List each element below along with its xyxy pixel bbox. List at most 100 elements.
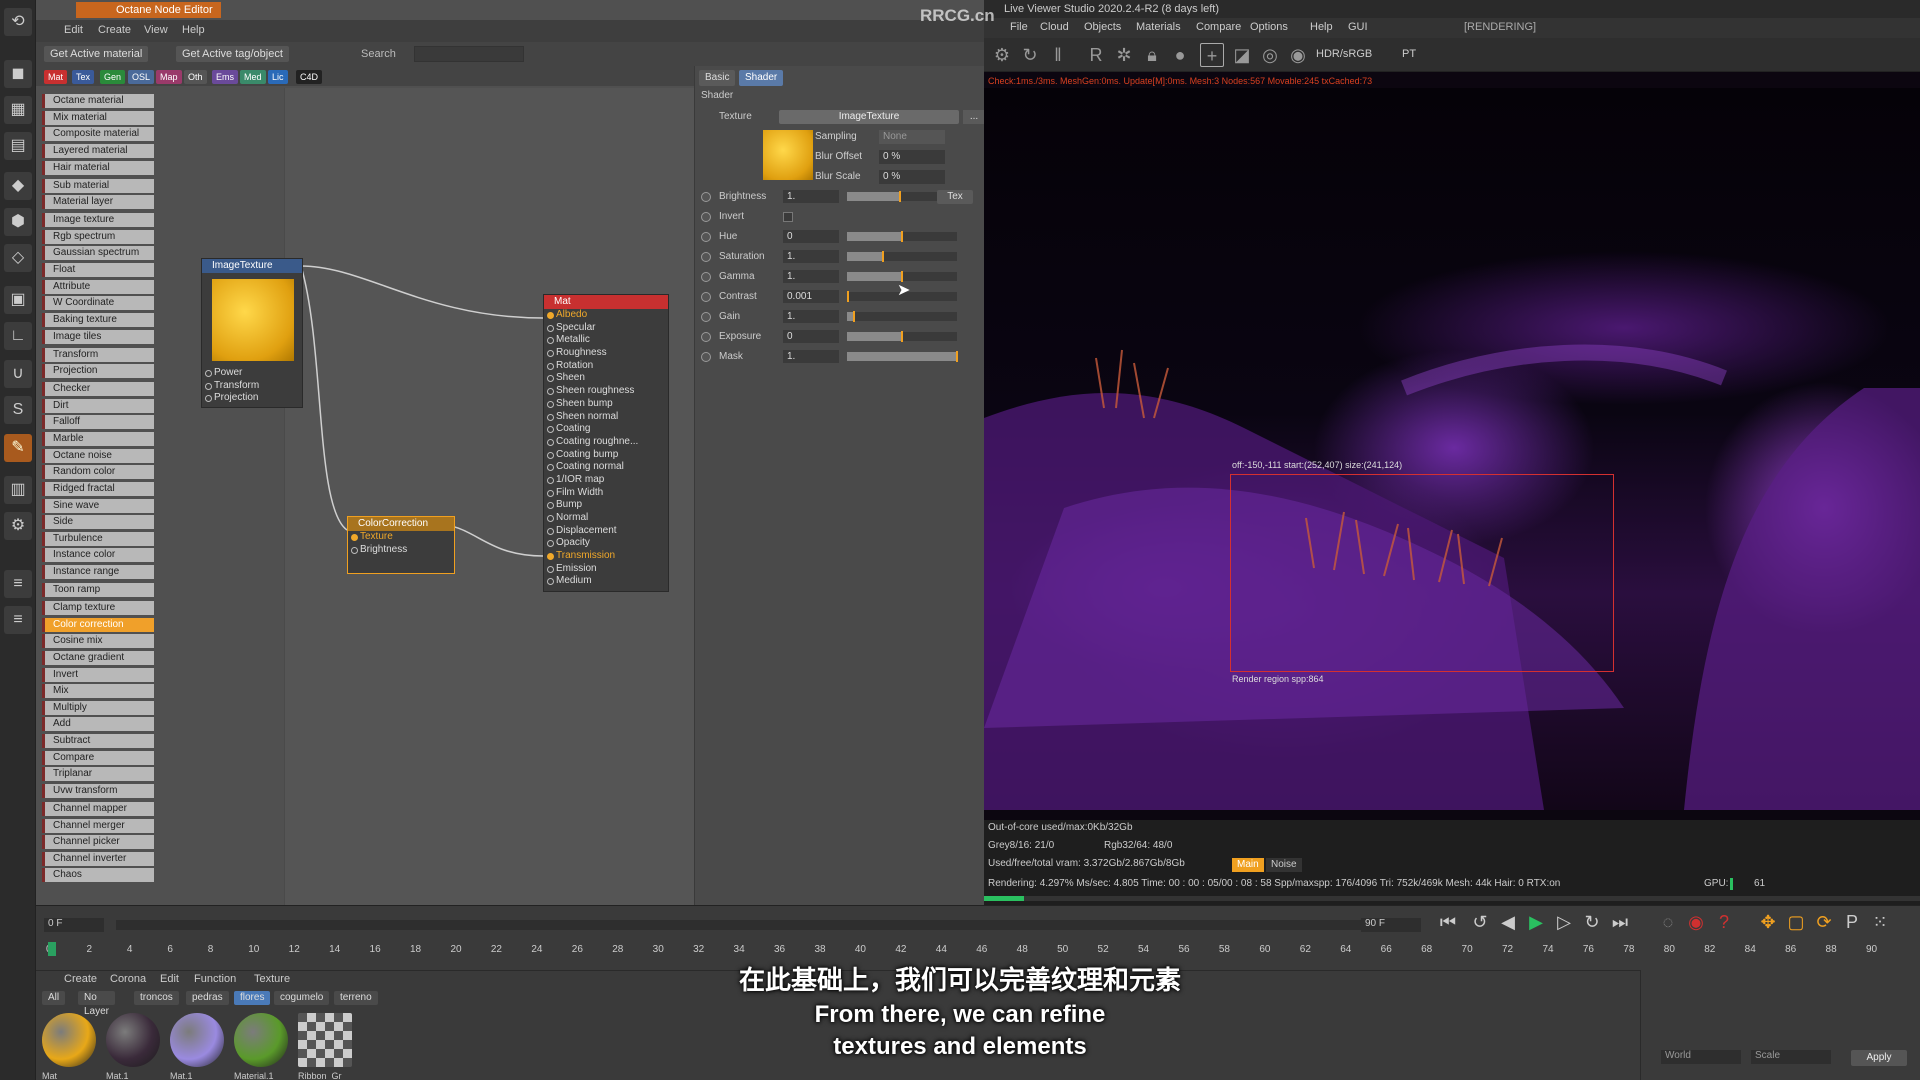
param-slider[interactable] [847,251,957,262]
param-animate-radio[interactable] [701,192,711,202]
material-filter-tab[interactable]: No Layer [78,991,116,1017]
param-slider-knob[interactable] [847,291,850,302]
cube-icon[interactable]: ◼ [4,60,32,88]
grid-dots-icon[interactable]: ⁙ [1868,910,1892,934]
node-list-item[interactable]: Checker [42,382,154,397]
mat-port[interactable]: Sheen [544,372,668,385]
menu-help[interactable]: Help [182,24,205,36]
sphere-icon[interactable]: ● [1168,43,1192,67]
port-transform[interactable]: Transform [202,380,302,393]
mat-port[interactable]: Coating [544,423,668,436]
node-list-item[interactable]: Octane noise [42,448,154,463]
lock-icon[interactable]: ⚙ [4,512,32,540]
node-list-item[interactable]: Uvw transform [42,783,154,798]
material-swatch[interactable] [234,1013,288,1067]
port-texture[interactable]: Texture [348,531,454,544]
help-icon[interactable]: ? [1712,910,1736,934]
mat-port[interactable]: Metallic [544,334,668,347]
scale-icon[interactable]: ▢ [1784,910,1808,934]
param-animate-radio[interactable] [701,212,711,222]
mat-port[interactable]: Coating bump [544,449,668,462]
mm-menu-texture[interactable]: Texture [254,973,290,985]
crop-icon[interactable]: ◪ [1230,43,1254,67]
node-list-item[interactable]: Chaos [42,868,154,883]
mat-port[interactable]: Specular [544,322,668,335]
port-projection[interactable]: Projection [202,392,302,405]
material-filter-tab[interactable]: flores [234,991,271,1005]
settings-icon[interactable]: ⚙ [990,43,1014,67]
texture-more-button[interactable]: ... [963,110,985,124]
node-graph[interactable]: ImageTexture Power Transform Projection … [201,88,694,905]
lv-menu-compare[interactable]: Compare [1196,21,1241,33]
node-list-item[interactable]: Multiply [42,700,154,715]
tag-map[interactable]: Map [156,70,182,84]
node-list-item[interactable]: Invert [42,667,154,682]
param-value-input[interactable]: 0 [783,330,839,343]
mat-port[interactable]: Medium [544,575,668,588]
param-value-input[interactable]: 0 [783,230,839,243]
node-list-item[interactable]: Clamp texture [42,601,154,615]
node-list-item[interactable]: Channel merger [42,818,154,833]
axis-icon[interactable]: ∟ [4,322,32,350]
node-list-item[interactable]: Toon ramp [42,583,154,597]
lv-menu-options[interactable]: Options [1250,21,1288,33]
mm-menu-create[interactable]: Create [64,973,97,985]
param-animate-radio[interactable] [701,312,711,322]
menu-edit[interactable]: Edit [64,24,83,36]
render-viewport[interactable]: off:-150,-111 start:(252,407) size:(241,… [984,88,1920,810]
node-list-item[interactable]: Mix material [42,110,154,125]
prev-frame-icon[interactable]: ◀ [1496,910,1520,934]
search-input[interactable] [414,46,524,62]
param-slider-knob[interactable] [852,311,855,322]
tag-oth[interactable]: Oth [184,70,207,84]
node-list-item[interactable]: Side [42,515,154,530]
node-list-item[interactable]: Material layer [42,195,154,210]
param-value-input[interactable]: 1. [783,310,839,323]
paint-icon[interactable]: ✎ [4,434,32,462]
param-value-input[interactable]: 0.001 [783,290,839,303]
tag-lic[interactable]: Lic [268,70,288,84]
main-tag[interactable]: Main [1232,858,1264,872]
param-value-input[interactable]: 1. [783,250,839,263]
port-brightness[interactable]: Brightness [348,544,454,557]
edge-icon[interactable]: ◇ [4,244,32,272]
tag-med[interactable]: Med [240,70,266,84]
last-frame-icon[interactable]: ⏭ [1608,910,1632,934]
node-list-item[interactable]: Gaussian spectrum [42,246,154,261]
apply-button[interactable]: Apply [1851,1050,1907,1066]
move-icon[interactable]: ✥ [1756,910,1780,934]
tab-basic[interactable]: Basic [699,70,736,86]
world-select[interactable]: World [1661,1050,1741,1064]
node-list-item[interactable]: Turbulence [42,531,154,546]
node-list-item[interactable]: Rgb spectrum [42,229,154,244]
mm-menu-function[interactable]: Function [194,973,236,985]
get-active-material-button[interactable]: Get Active material [44,46,149,62]
mat-port[interactable]: Albedo [544,309,668,322]
param-animate-radio[interactable] [701,292,711,302]
node-color-correction[interactable]: ColorCorrection Texture Brightness [347,516,455,574]
tex-button[interactable]: Tex [937,190,973,204]
mat-port[interactable]: Opacity [544,537,668,550]
undo-icon[interactable]: ⟲ [4,8,32,36]
param-animate-radio[interactable] [701,232,711,242]
rotate-icon[interactable]: ⟳ [1812,910,1836,934]
material-filter-tab[interactable]: terreno [334,991,378,1005]
tag-ems[interactable]: Ems [212,70,238,84]
sampling-select[interactable]: None [879,130,945,144]
prev-key-icon[interactable]: ↺ [1468,910,1492,934]
blur-scale-input[interactable]: 0 % [879,170,945,184]
material-filter-tab[interactable]: pedras [186,991,229,1005]
node-list-item[interactable]: Instance range [42,565,154,579]
node-list-item[interactable]: W Coordinate [42,296,154,311]
node-list-item[interactable]: Ridged fractal [42,481,154,496]
next-frame-icon[interactable]: ▷ [1552,910,1576,934]
mat-port[interactable]: Sheen roughness [544,385,668,398]
node-list-item[interactable]: Instance color [42,548,154,563]
texture-icon[interactable]: ▣ [4,286,32,314]
param-slider-knob[interactable] [898,191,901,202]
list2-icon[interactable]: ≡ [4,606,32,634]
kernel-select[interactable]: PT [1402,48,1416,60]
get-active-tag-button[interactable]: Get Active tag/object [176,46,289,62]
param-value-input[interactable]: 1. [783,270,839,283]
render-region-box[interactable] [1230,474,1614,672]
